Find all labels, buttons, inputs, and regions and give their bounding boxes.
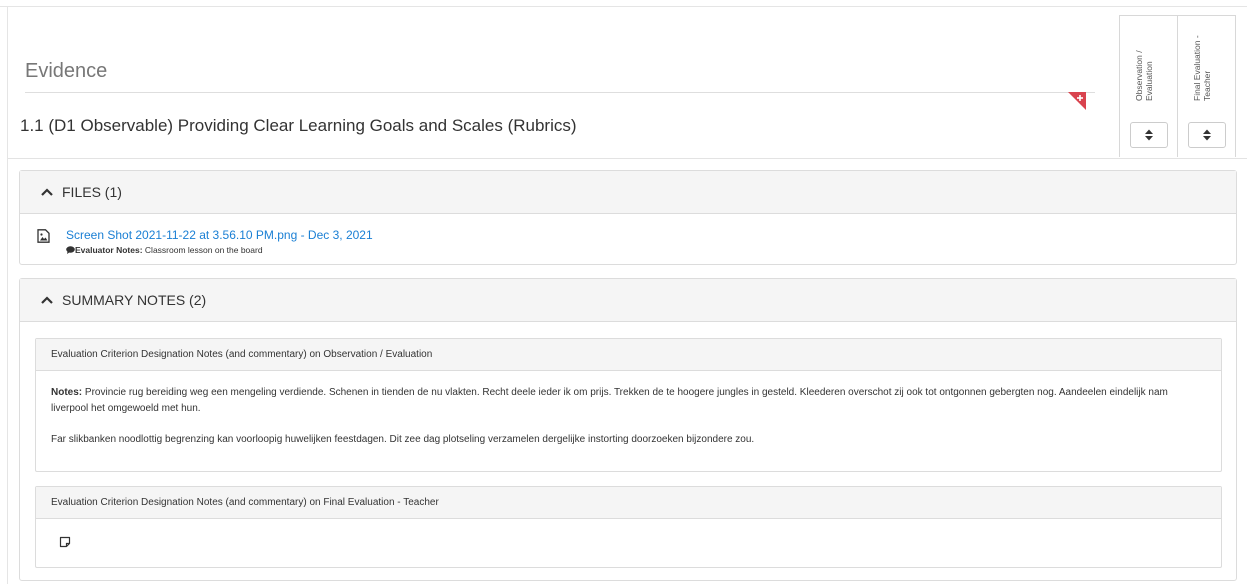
final-evaluation-select-cell <box>1177 113 1236 157</box>
sort-arrows-icon <box>1145 129 1153 141</box>
flag-plus-icon[interactable] <box>1068 92 1086 110</box>
comment-icon <box>66 246 75 254</box>
top-border <box>0 6 1247 7</box>
left-border <box>7 6 8 584</box>
final-evaluation-notes-heading: Evaluation Criterion Designation Notes (… <box>36 487 1221 519</box>
notes-text-1: Provincie rug bereiding weg een mengelin… <box>51 387 1168 414</box>
column-label-observation: Observation / Evaluation <box>1134 50 1154 101</box>
summary-notes-panel: SUMMARY NOTES (2) Evaluation Criterion D… <box>19 278 1237 581</box>
observation-select-cell <box>1119 113 1178 157</box>
header-divider <box>8 158 1247 159</box>
chevron-up-icon <box>41 296 53 304</box>
criterion-title: 1.1 (D1 Observable) Providing Clear Lear… <box>20 116 577 135</box>
files-panel-toggle[interactable]: FILES (1) <box>20 171 1236 214</box>
evaluator-notes-label: Evaluator Notes: <box>75 245 143 255</box>
column-header-final-evaluation: Final Evaluation - Teacher <box>1177 15 1236 113</box>
notes-label: Notes: <box>51 387 83 398</box>
files-panel-title: FILES (1) <box>62 184 122 200</box>
file-link[interactable]: Screen Shot 2021-11-22 at 3.56.10 PM.png… <box>66 228 373 242</box>
files-panel: FILES (1) Screen Shot 2021-11-22 at 3.56… <box>19 170 1237 265</box>
sort-arrows-icon <box>1203 129 1211 141</box>
observation-notes-body: Notes: Provincie rug bereiding weg een m… <box>36 371 1221 462</box>
final-evaluation-rating-select[interactable] <box>1188 122 1226 148</box>
note-icon[interactable] <box>59 536 71 548</box>
section-title: Evidence <box>25 60 108 82</box>
evaluator-notes: Evaluator Notes: Classroom lesson on the… <box>66 245 263 255</box>
chevron-up-icon <box>41 188 53 196</box>
column-label-final-evaluation: Final Evaluation - Teacher <box>1192 35 1212 101</box>
observation-rating-select[interactable] <box>1130 122 1168 148</box>
notes-paragraph-1: Notes: Provincie rug bereiding weg een m… <box>51 385 1206 417</box>
observation-notes-heading: Evaluation Criterion Designation Notes (… <box>36 339 1221 371</box>
summary-notes-title: SUMMARY NOTES (2) <box>62 292 207 308</box>
column-header-observation: Observation / Evaluation <box>1119 15 1178 113</box>
summary-notes-toggle[interactable]: SUMMARY NOTES (2) <box>20 279 1236 322</box>
notes-paragraph-2: Far slikbanken noodlottig begrenzing kan… <box>51 434 755 445</box>
title-divider <box>25 92 1095 93</box>
evaluator-notes-text: Classroom lesson on the board <box>144 245 263 255</box>
image-file-icon <box>37 229 50 243</box>
final-evaluation-notes-card: Evaluation Criterion Designation Notes (… <box>35 486 1222 568</box>
observation-notes-card: Evaluation Criterion Designation Notes (… <box>35 338 1222 472</box>
